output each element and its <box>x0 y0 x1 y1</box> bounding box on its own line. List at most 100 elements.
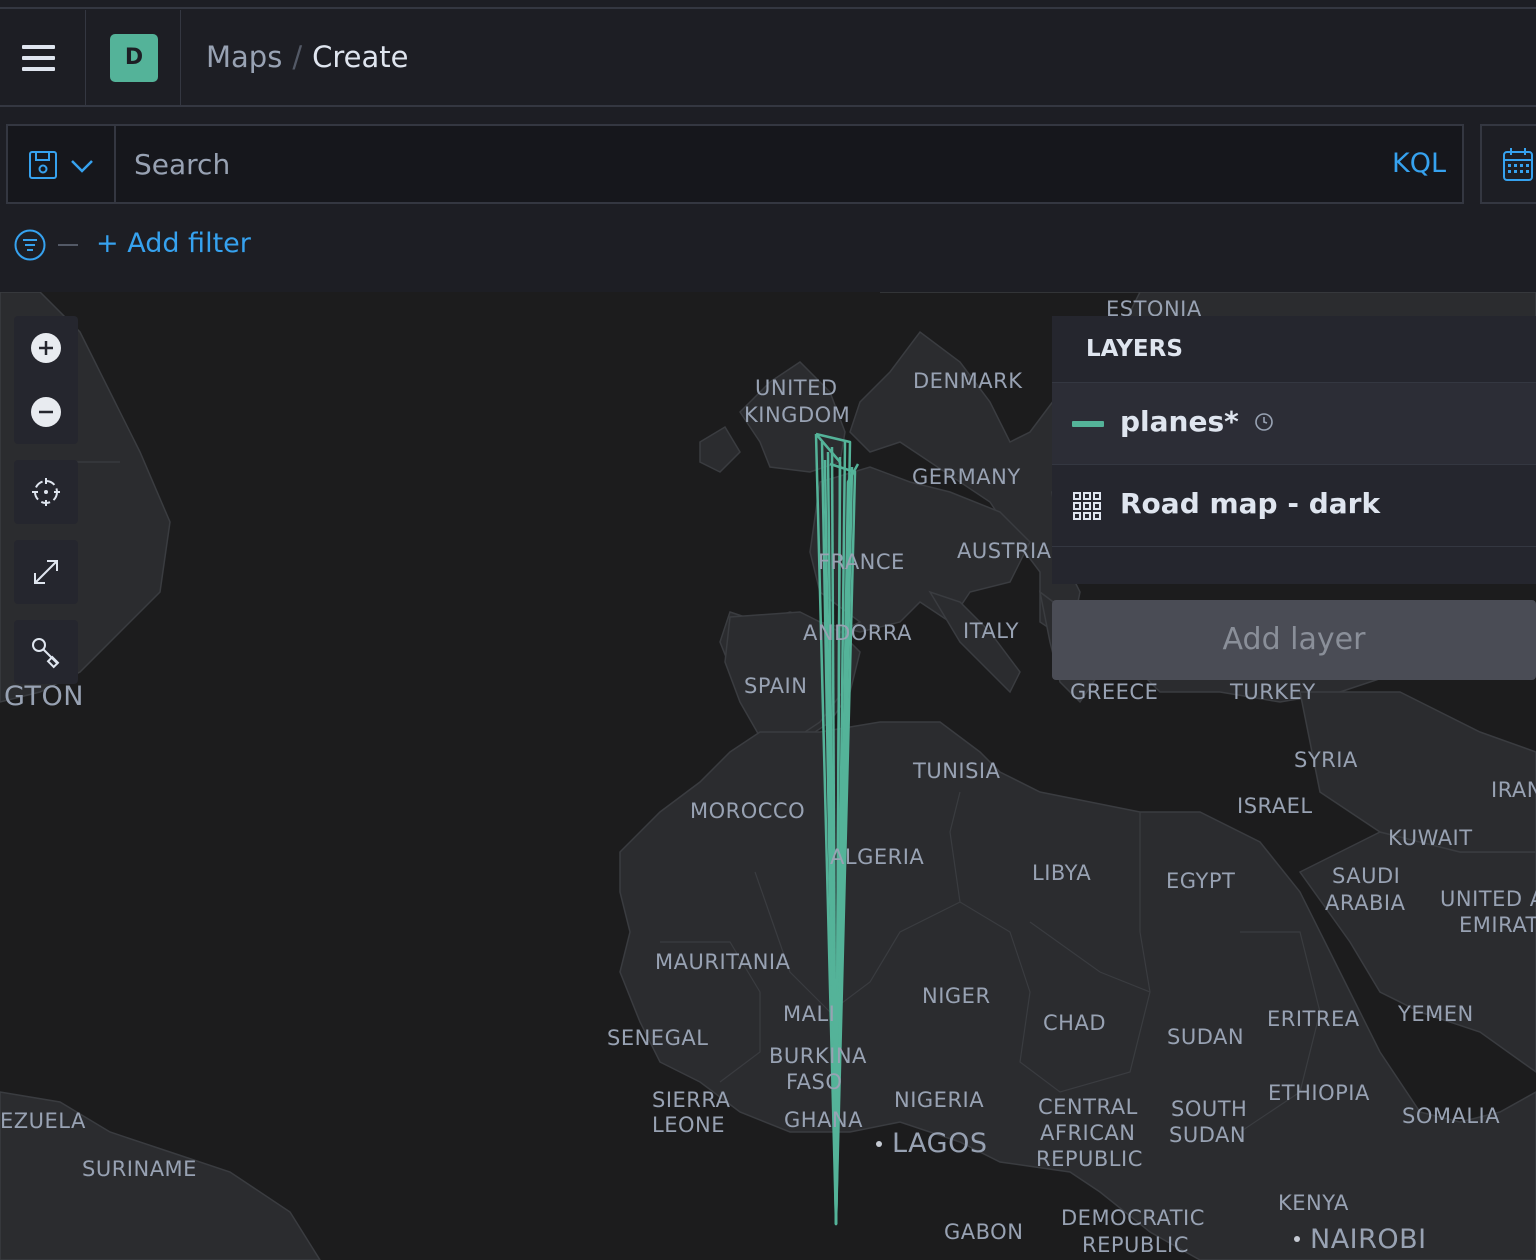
map-label: EZUELA <box>0 1109 86 1133</box>
set-view-icon <box>32 478 60 506</box>
map-label: YEMEN <box>1398 1002 1474 1026</box>
search-input[interactable] <box>118 126 1378 202</box>
map-label: NIGERIA <box>894 1088 985 1112</box>
app-header: D Maps / Create <box>0 10 1536 107</box>
zoom-controls <box>14 316 78 444</box>
set-view-button[interactable] <box>14 460 78 524</box>
map-label: UNITED <box>755 376 838 400</box>
map-label: KINGDOM <box>744 403 851 427</box>
map-label: IRAN <box>1491 778 1536 802</box>
map-label: MOROCCO <box>690 799 806 823</box>
saved-query-button[interactable] <box>8 126 116 202</box>
fullscreen-button[interactable] <box>14 540 78 604</box>
breadcrumb-maps[interactable]: Maps <box>206 40 282 74</box>
tiles-layer-icon <box>1073 492 1101 520</box>
map-label: ARABIA <box>1325 891 1406 915</box>
fullscreen-control <box>14 540 78 604</box>
time-filter-icon <box>1254 413 1273 431</box>
tools-icon <box>32 638 60 669</box>
map-label: LEONE <box>652 1113 725 1137</box>
map-label: UNITED A <box>1440 887 1536 911</box>
layer-control-panel: LAYERS planes* Road map - dark <box>1052 316 1536 584</box>
zoom-out-icon <box>31 397 61 427</box>
map-label: SUDAN <box>1167 1025 1245 1049</box>
map-label: ITALY <box>963 619 1019 643</box>
map-label: GABON <box>944 1220 1024 1244</box>
chevron-down-icon <box>71 160 93 173</box>
map-label: EMIRAT <box>1459 913 1536 937</box>
breadcrumb: Maps / Create <box>206 40 408 74</box>
set-view-control <box>14 460 78 524</box>
map-label: ISRAEL <box>1237 794 1313 818</box>
map-label: BURKINA <box>769 1044 867 1068</box>
map-label: GERMANY <box>912 465 1021 489</box>
map-label: DEMOCRATIC <box>1061 1206 1205 1230</box>
filter-bar: + Add filter <box>0 210 1536 292</box>
line-layer-icon <box>1072 421 1104 427</box>
zoom-out-button[interactable] <box>14 380 78 444</box>
map-label: REPUBLIC <box>1036 1147 1143 1171</box>
map-label: ANDORRA <box>803 621 912 645</box>
map-label: GTON <box>4 681 84 712</box>
breadcrumb-create: Create <box>312 40 409 74</box>
map-label: REPUBLIC <box>1082 1233 1189 1257</box>
zoom-in-button[interactable] <box>14 316 78 380</box>
map-label: SAUDI <box>1332 864 1401 888</box>
map-label: MAURITANIA <box>655 950 791 974</box>
calendar-icon <box>1503 148 1533 181</box>
save-icon <box>29 151 93 179</box>
date-picker-button[interactable] <box>1480 124 1536 204</box>
filter-options-icon[interactable] <box>14 228 48 262</box>
space-selector[interactable]: D <box>86 10 181 107</box>
tools-button[interactable] <box>14 620 78 684</box>
map-label: NIGER <box>922 984 991 1008</box>
city-dot-lagos <box>876 1141 882 1147</box>
map-label: DENMARK <box>913 369 1023 393</box>
layer-name: Road map - dark <box>1120 487 1381 520</box>
map-label: SOMALIA <box>1402 1104 1501 1128</box>
layer-name: planes* <box>1120 405 1275 438</box>
map-label: SURINAME <box>82 1157 197 1181</box>
menu-icon-bar <box>22 56 55 60</box>
map-label: CENTRAL <box>1038 1095 1138 1119</box>
map-label: SIERRA <box>652 1088 731 1112</box>
map-label: TUNISIA <box>913 759 1001 783</box>
map-label: CHAD <box>1043 1011 1106 1035</box>
map-label: SYRIA <box>1294 748 1358 772</box>
tools-control <box>14 620 78 684</box>
zoom-in-icon <box>31 333 61 363</box>
map-label: LIBYA <box>1032 861 1092 885</box>
map-label: LAGOS <box>892 1128 988 1159</box>
kql-toggle[interactable]: KQL <box>1392 148 1446 179</box>
map-label: FASO <box>786 1070 843 1094</box>
map-label: GREECE <box>1070 680 1159 704</box>
city-dot-nairobi <box>1294 1236 1300 1242</box>
map-label: SPAIN <box>744 674 808 698</box>
map-label: KUWAIT <box>1388 826 1473 850</box>
map-label: KENYA <box>1278 1191 1349 1215</box>
map-label: MALI <box>783 1002 836 1026</box>
top-border <box>0 0 1536 9</box>
map-label: SENEGAL <box>607 1026 709 1050</box>
layer-row-road-map[interactable]: Road map - dark <box>1052 464 1536 546</box>
layers-title: LAYERS <box>1086 336 1183 362</box>
map-label: SOUTH <box>1171 1097 1248 1121</box>
space-avatar[interactable]: D <box>110 34 158 82</box>
layer-row-planes[interactable]: planes* <box>1052 382 1536 464</box>
map-label: SUDAN <box>1169 1123 1247 1147</box>
menu-button[interactable] <box>0 10 86 107</box>
query-bar: KQL <box>6 124 1464 204</box>
map-label: GHANA <box>784 1108 864 1132</box>
layer-list-divider <box>1052 546 1536 547</box>
map-label: FRANCE <box>818 550 905 574</box>
map-label: EGYPT <box>1166 869 1236 893</box>
map-label: NAIROBI <box>1310 1224 1427 1255</box>
map-label: ALGERIA <box>830 845 925 869</box>
map-label: AFRICAN <box>1040 1121 1136 1145</box>
map-label: AUSTRIA <box>957 539 1052 563</box>
add-filter-button[interactable]: + Add filter <box>96 228 251 259</box>
add-layer-button[interactable]: Add layer <box>1052 600 1536 680</box>
fullscreen-icon <box>34 560 58 584</box>
menu-icon-bar <box>22 67 55 71</box>
breadcrumb-separator: / <box>292 40 303 74</box>
